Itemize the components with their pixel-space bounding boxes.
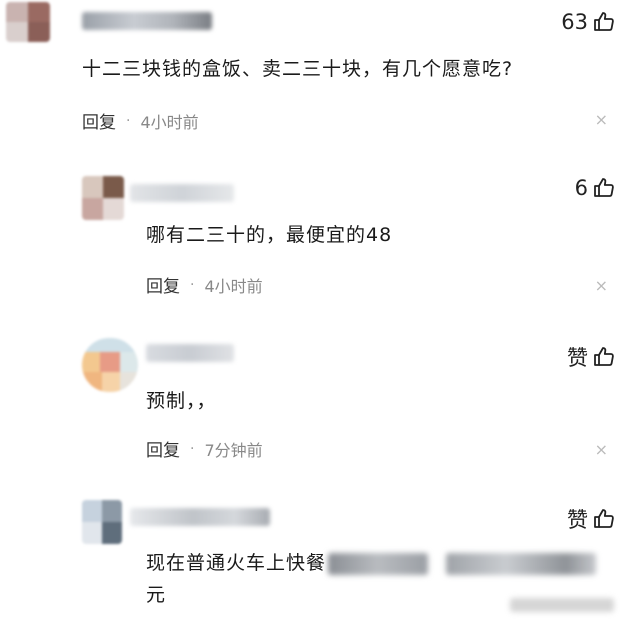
- like-count: 6: [574, 176, 588, 200]
- thumbs-up-icon: [594, 347, 614, 366]
- avatar[interactable]: [6, 2, 50, 42]
- reply-button[interactable]: 回复: [82, 108, 116, 133]
- timestamp: 4小时前: [140, 112, 199, 132]
- avatar[interactable]: [82, 500, 122, 544]
- blurred-text: [446, 552, 597, 575]
- comment-text-line2: 元: [146, 584, 167, 606]
- like-button[interactable]: 赞: [567, 342, 616, 372]
- like-count: 63: [561, 10, 588, 34]
- comment-meta: 回复 · 7分钟前: [146, 436, 263, 462]
- close-icon[interactable]: ×: [595, 440, 608, 459]
- username-blurred[interactable]: [130, 184, 234, 202]
- comment-text: 十二三块钱的盒饭、卖二三十块，有几个愿意吃?: [82, 58, 514, 80]
- like-button[interactable]: 63: [561, 10, 616, 34]
- like-label: 赞: [567, 508, 588, 532]
- timestamp: 7分钟前: [204, 440, 263, 460]
- comment-meta: 回复 · 4小时前: [146, 272, 263, 298]
- reply-button[interactable]: 回复: [146, 272, 180, 297]
- avatar[interactable]: [82, 338, 138, 392]
- reply-button[interactable]: 回复: [146, 436, 180, 461]
- thumbs-up-icon: [594, 178, 614, 197]
- username-blurred[interactable]: [146, 344, 234, 362]
- timestamp: 4小时前: [204, 276, 263, 296]
- thumbs-up-icon: [594, 12, 614, 31]
- separator-dot: ·: [190, 440, 195, 457]
- watermark: [510, 598, 614, 612]
- blurred-text: [328, 552, 429, 575]
- thumbs-up-icon: [594, 509, 614, 528]
- separator-dot: ·: [126, 112, 131, 129]
- avatar[interactable]: [82, 176, 124, 220]
- comment-text: 哪有二三十的，最便宜的48: [146, 224, 393, 246]
- close-icon[interactable]: ×: [595, 276, 608, 295]
- comment-meta: 回复 · 4小时前: [82, 108, 199, 134]
- comment-text-visible: 现在普通火车上快餐: [146, 552, 327, 574]
- comment-text: 现在普通火车上快餐: [146, 544, 597, 582]
- like-button[interactable]: 赞: [567, 504, 616, 534]
- close-icon[interactable]: ×: [595, 110, 608, 129]
- like-label: 赞: [567, 346, 588, 370]
- comment-text: 预制，，: [146, 390, 217, 412]
- separator-dot: ·: [190, 276, 195, 293]
- username-blurred[interactable]: [130, 508, 270, 526]
- like-button[interactable]: 6: [575, 176, 616, 200]
- username-blurred[interactable]: [82, 12, 212, 30]
